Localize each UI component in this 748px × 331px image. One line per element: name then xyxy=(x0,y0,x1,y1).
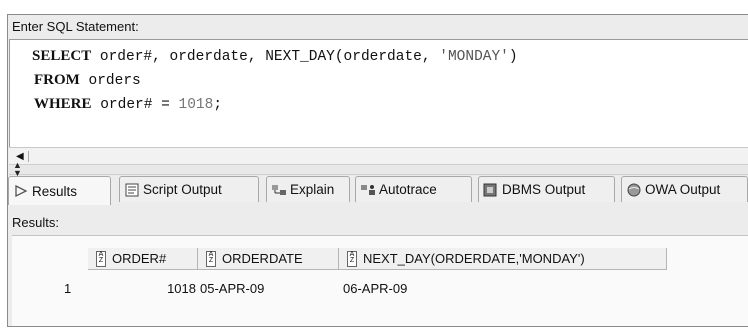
tab-label: Script Output xyxy=(143,182,222,197)
tab-autotrace[interactable]: Autotrace xyxy=(355,176,472,202)
sql-text: orders xyxy=(79,73,141,89)
tab-label: Autotrace xyxy=(379,182,437,197)
sql-line-3: WHERE order# = 1018; xyxy=(34,96,222,113)
splitter-arrows-icon[interactable]: ▲ ▼ xyxy=(13,161,22,178)
tab-label: DBMS Output xyxy=(502,182,586,197)
sql-keyword-select: SELECT xyxy=(32,48,92,64)
tab-label: Results xyxy=(32,183,78,199)
sql-number-literal: 1018 xyxy=(178,97,214,113)
column-header-orderdate[interactable]: AZ ORDERDATE xyxy=(198,248,339,270)
output-tabs: Results Script Output Explain Autotrace … xyxy=(8,176,748,206)
editor-horizontal-scrollbar[interactable]: ◀ xyxy=(9,147,748,165)
sql-line-1: SELECT order#, orderdate, NEXT_DAY(order… xyxy=(32,48,518,65)
sql-text: ) xyxy=(508,49,518,65)
column-header-label: NEXT_DAY(ORDERDATE,'MONDAY') xyxy=(363,251,585,266)
sql-text: order#, orderdate, NEXT_DAY(orderdate, xyxy=(91,49,440,65)
script-icon xyxy=(124,183,140,197)
tab-owa-output[interactable]: OWA Output xyxy=(621,176,748,202)
row-number: 1 xyxy=(64,281,72,296)
sql-line-2: FROM orders xyxy=(34,72,141,89)
column-header-label: ORDER# xyxy=(112,251,167,266)
sql-text: order# = xyxy=(91,97,179,113)
cell-orderdate[interactable]: 05-APR-09 xyxy=(200,279,264,298)
column-header-next-day[interactable]: AZ NEXT_DAY(ORDERDATE,'MONDAY') xyxy=(339,248,667,270)
sort-icon[interactable]: AZ xyxy=(206,250,216,267)
panel-splitter[interactable]: ▲ ▼ xyxy=(9,161,748,178)
sort-icon[interactable]: AZ xyxy=(96,250,106,267)
enter-sql-label: Enter SQL Statement: xyxy=(12,19,139,34)
column-header-order[interactable]: AZ ORDER# xyxy=(88,248,198,270)
column-header-label: ORDERDATE xyxy=(222,251,303,266)
results-grid: AZ ORDER# AZ ORDERDATE AZ NEXT_DAY(ORDER… xyxy=(12,218,748,326)
sql-keyword-from: FROM xyxy=(34,72,80,88)
sql-string-literal: 'MONDAY' xyxy=(439,49,509,65)
tab-dbms-output[interactable]: DBMS Output xyxy=(478,176,615,202)
sql-editor[interactable]: SELECT order#, orderdate, NEXT_DAY(order… xyxy=(9,39,748,148)
play-arrow-icon xyxy=(13,184,29,198)
explain-plan-icon xyxy=(271,183,287,197)
autotrace-icon xyxy=(360,183,376,197)
tab-explain[interactable]: Explain xyxy=(266,176,350,202)
sort-icon[interactable]: AZ xyxy=(347,250,357,267)
tab-results[interactable]: Results xyxy=(8,176,111,205)
sql-text: ; xyxy=(213,97,223,113)
dbms-output-icon xyxy=(483,183,499,197)
owa-globe-icon xyxy=(626,183,642,197)
tab-label: Explain xyxy=(290,182,335,197)
sql-keyword-where: WHERE xyxy=(34,96,92,112)
cell-next-day[interactable]: 06-APR-09 xyxy=(343,279,407,298)
cell-order[interactable]: 1018 xyxy=(88,279,196,298)
tab-label: OWA Output xyxy=(645,182,721,197)
tab-script-output[interactable]: Script Output xyxy=(119,176,259,202)
